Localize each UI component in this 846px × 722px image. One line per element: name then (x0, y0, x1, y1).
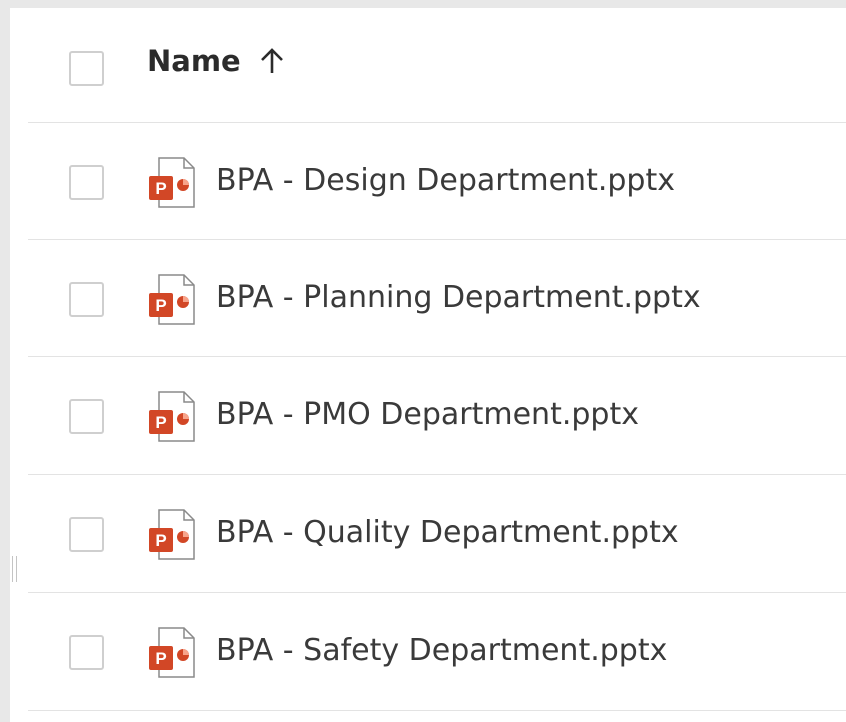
powerpoint-file-icon: P (148, 156, 198, 210)
svg-text:P: P (155, 296, 166, 315)
arrow-up-icon[interactable] (259, 47, 285, 75)
row-checkbox[interactable] (69, 399, 104, 434)
table-row[interactable]: P BPA - PMO Department.pptx (10, 357, 846, 474)
table-header: Name (10, 8, 846, 123)
file-list-panel: Name P BPA - Design Department.pptx P BP… (10, 8, 846, 722)
powerpoint-file-icon: P (148, 273, 198, 327)
svg-text:P: P (155, 179, 166, 198)
row-checkbox[interactable] (69, 635, 104, 670)
row-checkbox[interactable] (69, 517, 104, 552)
table-row[interactable]: P BPA - Quality Department.pptx (10, 475, 846, 592)
name-column-label: Name (147, 44, 241, 78)
column-resize-handle[interactable] (12, 556, 17, 582)
powerpoint-file-icon: P (148, 390, 198, 444)
powerpoint-file-icon: P (148, 508, 198, 562)
table-row[interactable]: P BPA - Design Department.pptx (10, 123, 846, 240)
svg-text:P: P (155, 413, 166, 432)
file-name-link[interactable]: BPA - PMO Department.pptx (216, 397, 639, 432)
svg-text:P: P (155, 531, 166, 550)
table-row[interactable]: P BPA - Planning Department.pptx (10, 240, 846, 357)
row-divider (28, 710, 846, 711)
select-all-checkbox[interactable] (69, 51, 104, 86)
file-name-link[interactable]: BPA - Planning Department.pptx (216, 280, 701, 315)
powerpoint-file-icon: P (148, 626, 198, 680)
file-name-link[interactable]: BPA - Quality Department.pptx (216, 515, 679, 550)
name-column-header[interactable]: Name (147, 44, 285, 78)
row-checkbox[interactable] (69, 282, 104, 317)
file-name-link[interactable]: BPA - Design Department.pptx (216, 163, 675, 198)
svg-text:P: P (155, 649, 166, 668)
row-checkbox[interactable] (69, 165, 104, 200)
file-name-link[interactable]: BPA - Safety Department.pptx (216, 633, 667, 668)
table-row[interactable]: P BPA - Safety Department.pptx (10, 593, 846, 710)
